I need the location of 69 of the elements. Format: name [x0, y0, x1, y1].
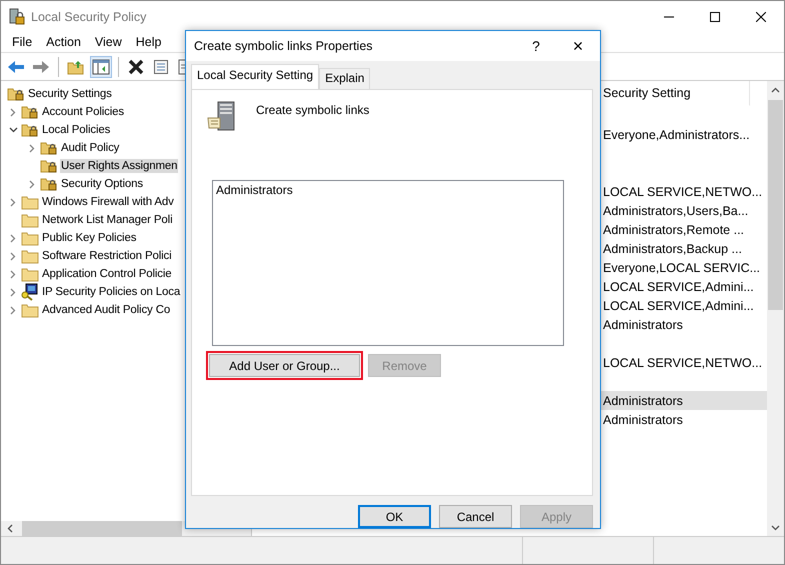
- table-cell: LOCAL SERVICE,NETWO...: [603, 184, 762, 198]
- tree-item[interactable]: Account Policies: [41, 105, 125, 119]
- computer-key-icon: [21, 283, 39, 301]
- table-cell: LOCAL SERVICE,NETWO...: [603, 356, 762, 370]
- folder-icon: [21, 266, 39, 282]
- table-cell: Administrators,Backup ...: [603, 242, 742, 256]
- menu-item[interactable]: View: [88, 35, 129, 49]
- locked-folder-icon: [40, 176, 58, 192]
- expand-chevron-icon[interactable]: [29, 144, 35, 152]
- folder-up-icon[interactable]: [67, 58, 85, 74]
- tree-item[interactable]: Audit Policy: [60, 141, 120, 155]
- close-button[interactable]: ×: [556, 36, 600, 56]
- menu-item[interactable]: Help: [128, 35, 168, 49]
- folder-icon: [21, 230, 39, 246]
- locked-folder-icon: [40, 140, 58, 156]
- expand-chevron-icon[interactable]: [10, 198, 16, 206]
- tree-item[interactable]: Software Restriction Polici: [41, 249, 173, 263]
- back-icon[interactable]: [7, 60, 25, 74]
- locked-folder-icon: [40, 158, 58, 174]
- folder-icon: [21, 194, 39, 210]
- window-title: Local Security Policy: [31, 10, 146, 24]
- help-button[interactable]: ?: [516, 38, 556, 54]
- tree-item[interactable]: User Rights Assignmen: [60, 159, 178, 173]
- dialog-title: Create symbolic links Properties: [194, 39, 373, 53]
- menu-item[interactable]: Action: [39, 35, 88, 49]
- table-cell: Administrators: [603, 318, 683, 332]
- dialog-button[interactable]: Cancel: [439, 505, 512, 528]
- scrollbar-thumb[interactable]: [22, 521, 182, 536]
- security-policy-icon: [9, 8, 25, 26]
- pane-icon[interactable]: [92, 58, 110, 74]
- tab[interactable]: Local Security Setting: [191, 64, 320, 89]
- tree-item[interactable]: Application Control Policie: [41, 267, 173, 281]
- table-cell: LOCAL SERVICE,Admini...: [603, 298, 754, 312]
- maximize-icon[interactable]: [710, 12, 720, 22]
- policy-name: Create symbolic links: [256, 103, 370, 119]
- table-cell: Administrators,Users,Ba...: [603, 204, 748, 218]
- table-cell: LOCAL SERVICE,Admini...: [603, 280, 754, 294]
- dialog-button[interactable]: OK: [358, 505, 431, 528]
- list-item[interactable]: Administrators: [216, 183, 560, 197]
- folder-icon: [21, 248, 39, 264]
- add-button[interactable]: Add User or Group...: [209, 354, 360, 377]
- tree-item[interactable]: Network List Manager Poli: [41, 213, 174, 227]
- tab[interactable]: Explain: [319, 68, 370, 89]
- security-settings-icon: [7, 86, 25, 102]
- tree-item[interactable]: Public Key Policies: [41, 231, 138, 245]
- table-cell: Everyone,LOCAL SERVIC...: [603, 260, 760, 274]
- expand-chevron-icon[interactable]: [10, 108, 16, 116]
- members-list[interactable]: Administrators: [212, 180, 564, 346]
- folder-icon: [21, 302, 39, 318]
- scrollbar-thumb[interactable]: [768, 100, 783, 310]
- table-cell: Administrators: [603, 394, 683, 408]
- close-icon[interactable]: [756, 12, 766, 22]
- tree-item[interactable]: IP Security Policies on Loca: [41, 285, 182, 299]
- tree-item[interactable]: Security Options: [60, 177, 144, 191]
- delete-icon[interactable]: [128, 58, 144, 74]
- tree-item[interactable]: Security Settings: [27, 87, 113, 101]
- table-cell: Everyone,Administrators...: [603, 128, 750, 142]
- collapse-chevron-icon[interactable]: [8, 127, 18, 133]
- table-cell: Administrators: [603, 412, 683, 426]
- menu-item[interactable]: File: [5, 35, 40, 49]
- tree-item[interactable]: Windows Firewall with Adv: [41, 195, 175, 209]
- folder-icon: [21, 212, 39, 228]
- tree-item[interactable]: Advanced Audit Policy Co: [41, 303, 172, 317]
- properties-icon[interactable]: [153, 58, 169, 74]
- table-cell: Administrators,Remote ...: [603, 222, 744, 236]
- locked-folder-icon: [21, 104, 39, 120]
- locked-folder-icon: [21, 122, 39, 138]
- expand-chevron-icon[interactable]: [29, 180, 35, 188]
- tree-item[interactable]: Local Policies: [41, 123, 112, 137]
